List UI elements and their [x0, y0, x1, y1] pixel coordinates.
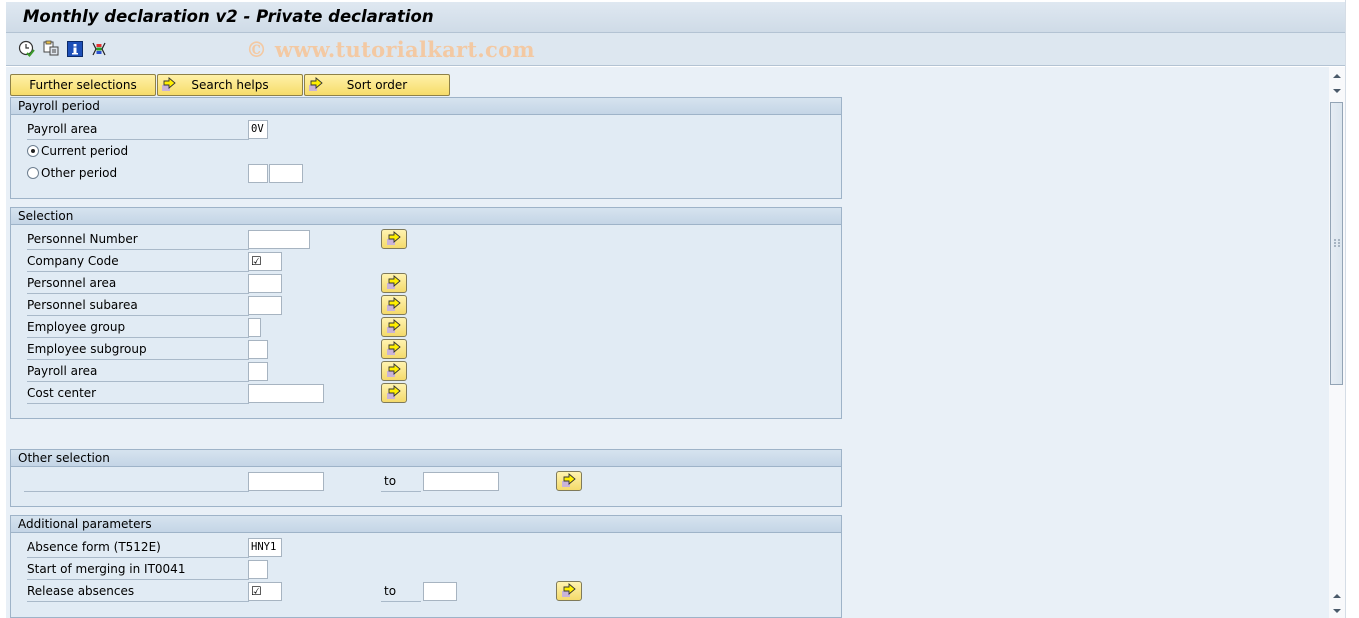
selection-screen: Further selections Search helps Sort ord… — [6, 67, 1329, 618]
arrow-right-icon — [387, 275, 401, 289]
payroll-area-select-input[interactable] — [248, 362, 268, 381]
grip-icon — [1334, 239, 1340, 247]
search-helps-label: Search helps — [191, 78, 269, 92]
cost-center-input[interactable] — [248, 384, 324, 403]
scroll-up-icon[interactable] — [1331, 70, 1343, 82]
payroll-area-label: Payroll area — [27, 120, 249, 140]
arrow-right-icon — [562, 473, 576, 487]
multiple-selection-button[interactable] — [381, 273, 407, 293]
arrow-right-icon — [309, 77, 323, 91]
other-selection-to-input[interactable] — [423, 472, 499, 491]
multiple-selection-button[interactable] — [556, 581, 582, 601]
multiple-selection-button[interactable] — [381, 339, 407, 359]
payroll-area-input[interactable]: 0V — [248, 120, 268, 139]
group-title: Additional parameters — [11, 516, 841, 533]
arrow-right-icon — [387, 297, 401, 311]
arrow-right-icon — [162, 77, 176, 91]
arrow-right-icon — [387, 319, 401, 333]
current-period-radio[interactable]: Current period — [27, 142, 128, 162]
selection-row-label: Cost center — [27, 384, 249, 404]
selection-row-label: Employee group — [27, 318, 249, 338]
other-selection-group: Other selection to — [10, 449, 842, 507]
arrow-right-icon — [387, 341, 401, 355]
current-period-label: Current period — [41, 144, 129, 158]
additional-parameters-group: Additional parameters Absence form (T512… — [10, 515, 842, 618]
radio-unselected — [27, 167, 39, 179]
release-absences-label: Release absences — [27, 582, 249, 602]
group-title: Selection — [11, 208, 841, 225]
selection-row-label: Personnel subarea — [27, 296, 249, 316]
vertical-scrollbar[interactable] — [1329, 67, 1345, 618]
employee-subgroup-input[interactable] — [248, 340, 268, 359]
selection-row-label: Company Code — [27, 252, 249, 272]
group-title: Other selection — [11, 450, 841, 467]
window-edge — [1345, 0, 1359, 618]
arrow-right-icon — [387, 363, 401, 377]
get-variant-icon[interactable] — [42, 40, 60, 58]
to-label: to — [381, 472, 421, 492]
selection-options-icon[interactable] — [90, 40, 108, 58]
title-bar: Monthly declaration v2 - Private declara… — [6, 2, 1345, 33]
selection-row-label: Personnel Number — [27, 230, 249, 250]
other-period-label: Other period — [41, 166, 118, 180]
multiple-selection-button[interactable] — [381, 295, 407, 315]
further-selections-label: Further selections — [29, 78, 137, 92]
info-icon[interactable] — [66, 40, 84, 58]
selection-row-label: Employee subgroup — [27, 340, 249, 360]
sort-order-button[interactable]: Sort order — [304, 74, 450, 96]
absence-form-label: Absence form (T512E) — [27, 538, 249, 558]
multiple-selection-button[interactable] — [381, 317, 407, 337]
multiple-selection-button[interactable] — [381, 229, 407, 249]
merge-start-label: Start of merging in IT0041 — [27, 560, 249, 580]
scroll-up-icon[interactable] — [1331, 590, 1343, 602]
arrow-right-icon — [387, 231, 401, 245]
release-absences-checkbox[interactable]: ☑ — [248, 582, 282, 601]
personnel-subarea-input[interactable] — [248, 296, 282, 315]
multiple-selection-button[interactable] — [381, 383, 407, 403]
employee-group-input[interactable] — [248, 318, 261, 337]
further-selections-button[interactable]: Further selections — [10, 74, 156, 96]
execute-clock-icon[interactable] — [18, 40, 36, 58]
other-selection-label — [24, 472, 249, 492]
scroll-down-icon[interactable] — [1331, 85, 1343, 97]
selection-row-label: Personnel area — [27, 274, 249, 294]
group-title: Payroll period — [11, 98, 841, 115]
other-selection-from-input[interactable] — [248, 472, 324, 491]
other-period-radio[interactable]: Other period — [27, 164, 117, 184]
multiple-selection-button[interactable] — [381, 361, 407, 381]
sort-order-label: Sort order — [346, 78, 408, 92]
other-period-input-1[interactable] — [248, 164, 268, 183]
to-label: to — [381, 582, 421, 602]
selection-row-label: Payroll area — [27, 362, 249, 382]
absence-form-input[interactable]: HNY1 — [248, 538, 282, 557]
payroll-period-group: Payroll period Payroll area 0V Current p… — [10, 97, 842, 199]
arrow-right-icon — [562, 583, 576, 597]
scrollbar-thumb[interactable] — [1330, 102, 1343, 385]
personnel-number-input[interactable] — [248, 230, 310, 249]
personnel-area-input[interactable] — [248, 274, 282, 293]
watermark: © www.tutorialkart.com — [246, 37, 535, 62]
search-helps-button[interactable]: Search helps — [157, 74, 303, 96]
application-toolbar: © www.tutorialkart.com — [6, 33, 1345, 66]
arrow-right-icon — [387, 385, 401, 399]
selection-group: Selection Personnel Number Company Code … — [10, 207, 842, 419]
release-absences-to-input[interactable] — [423, 582, 457, 601]
company-code-checkbox[interactable]: ☑ — [248, 252, 282, 271]
page-title: Monthly declaration v2 - Private declara… — [23, 7, 434, 26]
scroll-down-icon[interactable] — [1331, 605, 1343, 617]
radio-selected — [27, 145, 39, 157]
merge-start-input[interactable] — [248, 560, 268, 579]
other-period-input-2[interactable] — [269, 164, 303, 183]
multiple-selection-button[interactable] — [556, 471, 582, 491]
